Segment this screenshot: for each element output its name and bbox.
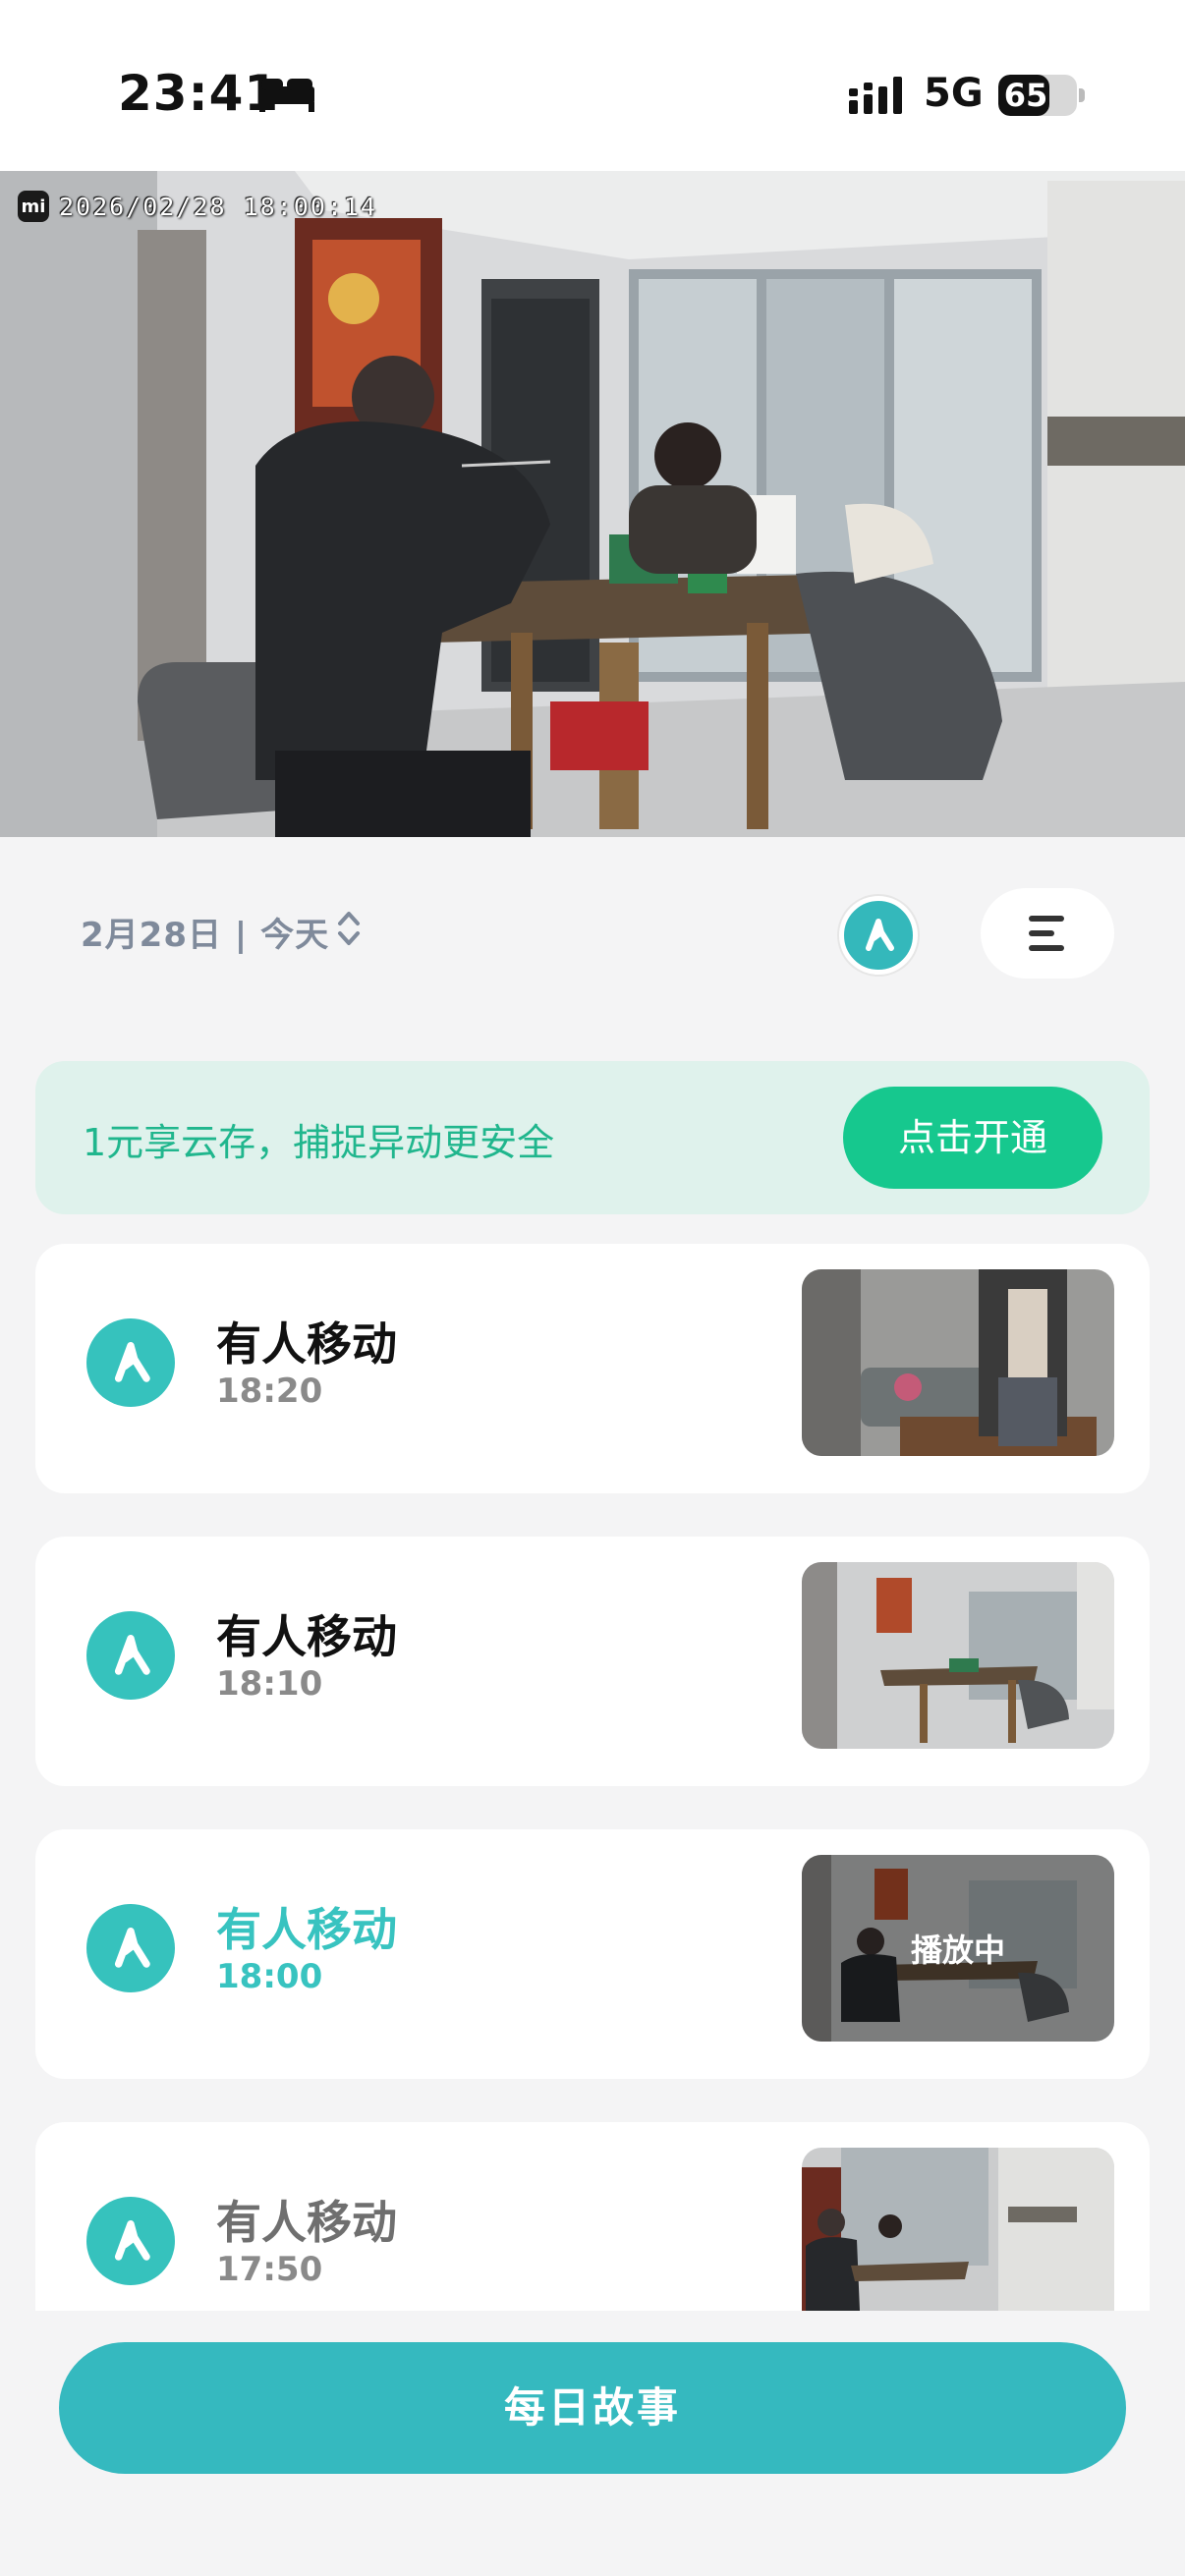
motion-event-icon bbox=[86, 1611, 175, 1700]
motion-event-icon bbox=[86, 2197, 175, 2285]
event-card[interactable]: 有人移动 18:20 bbox=[35, 1244, 1150, 1493]
motion-filter-button[interactable] bbox=[839, 896, 918, 975]
timeline-toolbar: 2月28日 | 今天 bbox=[0, 837, 1185, 1053]
camera-video-player[interactable]: mi 2026/02/28 18:00:14 bbox=[0, 171, 1185, 837]
motion-event-icon bbox=[86, 1318, 175, 1407]
playing-badge: 播放中 bbox=[802, 1855, 1114, 2042]
event-card[interactable]: 有人移动 17:50 bbox=[35, 2122, 1150, 2311]
mi-logo: mi bbox=[18, 191, 49, 222]
chevron-updown-icon[interactable] bbox=[336, 908, 362, 949]
camera-timestamp: 2026/02/28 18:00:14 bbox=[59, 192, 377, 221]
event-thumbnail[interactable] bbox=[802, 2148, 1114, 2311]
sleep-focus-icon bbox=[259, 79, 314, 112]
status-bar: 23:41 5G 65 bbox=[0, 0, 1185, 171]
status-time: 23:41 bbox=[118, 65, 280, 122]
battery-icon: 65 bbox=[998, 75, 1077, 116]
event-title: 有人移动 bbox=[216, 1317, 397, 1371]
date-selector[interactable]: 2月28日 | 今天 bbox=[81, 908, 329, 956]
event-time: 18:10 bbox=[216, 1664, 323, 1704]
camera-frame-image bbox=[0, 171, 1185, 837]
event-list[interactable]: 有人移动 18:20 有人移动 18:10 有人移动 18:00 播放中 有人移… bbox=[0, 1244, 1185, 2311]
promo-text: 1元享云存，捕捉异动更安全 bbox=[83, 1121, 555, 1164]
event-thumbnail[interactable] bbox=[802, 1562, 1114, 1749]
event-title: 有人移动 bbox=[216, 2196, 397, 2249]
event-card-playing[interactable]: 有人移动 18:00 播放中 bbox=[35, 1829, 1150, 2079]
daily-story-button[interactable]: 每日故事 bbox=[59, 2342, 1126, 2474]
menu-button[interactable] bbox=[981, 888, 1114, 979]
event-title: 有人移动 bbox=[216, 1610, 397, 1663]
signal-icon bbox=[849, 77, 902, 114]
activate-cloud-button[interactable]: 点击开通 bbox=[843, 1087, 1102, 1189]
cloud-storage-promo-banner: 1元享云存，捕捉异动更安全 点击开通 bbox=[35, 1061, 1150, 1214]
event-title: 有人移动 bbox=[216, 1903, 397, 1956]
camera-timestamp-overlay: mi 2026/02/28 18:00:14 bbox=[18, 191, 377, 222]
menu-icon bbox=[1029, 916, 1064, 951]
motion-event-icon bbox=[86, 1904, 175, 1992]
event-time: 18:20 bbox=[216, 1372, 323, 1411]
event-thumbnail[interactable]: 播放中 bbox=[802, 1855, 1114, 2042]
motion-person-icon bbox=[866, 919, 894, 951]
battery-tip bbox=[1079, 88, 1085, 102]
event-time: 18:00 bbox=[216, 1957, 323, 1996]
event-thumbnail[interactable] bbox=[802, 1269, 1114, 1456]
event-card[interactable]: 有人移动 18:10 bbox=[35, 1537, 1150, 1786]
network-type: 5G bbox=[924, 71, 984, 116]
event-time: 17:50 bbox=[216, 2250, 323, 2289]
battery-level: 65 bbox=[1003, 77, 1048, 114]
